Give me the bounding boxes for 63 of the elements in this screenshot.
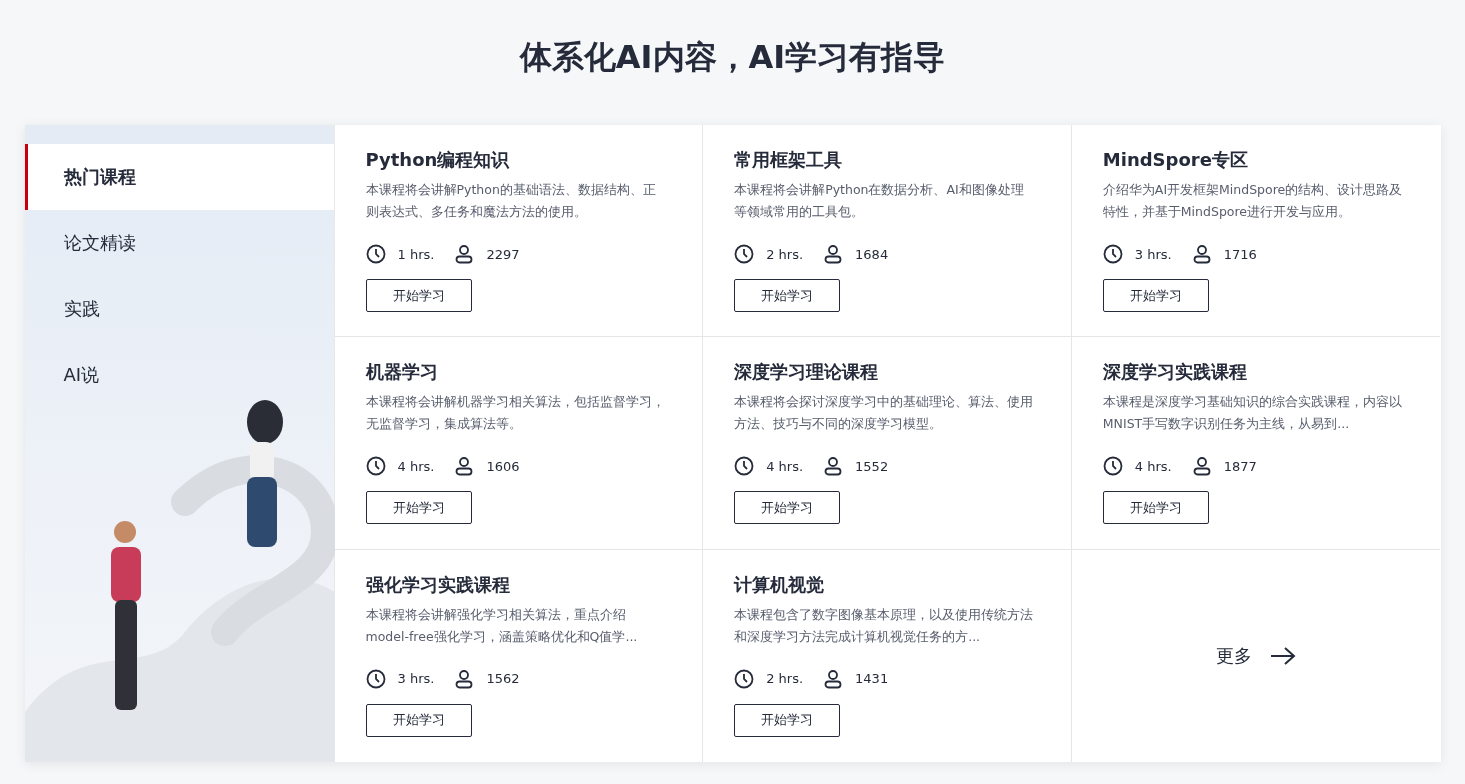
course-duration: 3 hrs. [1134,246,1172,262]
category-tab[interactable]: 热门课程 [24,144,334,210]
start-learning-button[interactable]: 开始学习 [1102,491,1209,525]
arrow-right-icon [1270,645,1297,666]
learner-count: 1562 [486,671,520,687]
clock-icon [734,668,755,689]
start-learning-button[interactable]: 开始学习 [365,279,472,312]
course-title: 常用框架工具 [734,148,843,172]
course-description: 本课程将会探讨深度学习中的基础理论、算法、使用方法、技巧与不同的深度学习模型。 [734,393,1035,434]
course-description: 本课程将会讲解强化学习相关算法，重点介绍model-free强化学习，涵盖策略优化和Q值学... [365,605,639,646]
clock-icon [365,668,386,689]
course-description: 介绍华为AI开发框架MindSpore的结构、设计思路及特性，并基于MindSpore进行开发与应用。 [1102,181,1403,221]
clock-icon [1102,244,1123,264]
category-tab[interactable]: 论文精读 [24,210,334,276]
learner-count: 1716 [1223,246,1257,262]
course-title: 深度学习实践课程 [1102,360,1247,385]
user-icon [1191,456,1212,477]
user-icon [454,456,475,477]
course-duration: 3 hrs. [397,671,435,687]
clock-icon [734,456,755,477]
learner-count: 1606 [486,458,520,474]
user-icon [454,668,475,689]
course-description: 本课程将会讲解Python的基础语法、数据结构、正则表达式、多任务和魔法方法的使用。 [365,181,657,221]
category-tab[interactable]: 实践 [24,276,334,342]
clock-icon [365,244,386,264]
user-icon [823,668,844,689]
start-learning-button[interactable]: 开始学习 [365,703,472,737]
learner-count: 1552 [855,458,889,474]
user-icon [823,456,844,477]
course-title: MindSpore专区 [1102,148,1248,172]
start-learning-button[interactable]: 开始学习 [1102,279,1209,312]
course-title: 深度学习理论课程 [734,360,879,385]
course-description: 本课程包含了数字图像基本原理，以及使用传统方法和深度学习方法完成计算机视觉任务的方... [734,605,1035,646]
more-link[interactable]: 更多 [1216,643,1297,668]
course-title: 计算机视觉 [734,572,825,597]
learner-count: 1684 [855,246,889,262]
course-title: Python编程知识 [365,148,510,172]
course-duration: 1 hrs. [397,246,435,262]
user-icon [1191,244,1212,264]
start-learning-button[interactable]: 开始学习 [734,491,841,525]
category-tab[interactable]: AI说 [24,342,334,408]
course-description: 本课程将会讲解机器学习相关算法，包括监督学习，无监督学习，集成算法等。 [365,393,666,434]
start-learning-button[interactable]: 开始学习 [734,703,841,737]
start-learning-button[interactable]: 开始学习 [365,491,472,525]
course-title: 机器学习 [365,360,438,385]
learner-count: 1877 [1223,458,1257,474]
course-description: 本课程将会讲解Python在数据分析、AI和图像处理等领域常用的工具包。 [734,181,1025,221]
section-heading: 体系化AI内容，AI学习有指导 [519,37,946,78]
course-title: 强化学习实践课程 [365,572,510,597]
course-duration: 2 hrs. [766,246,804,262]
course-duration: 4 hrs. [1134,458,1172,474]
course-duration: 4 hrs. [766,458,804,474]
user-icon [823,244,844,264]
user-icon [454,244,475,264]
course-duration: 2 hrs. [766,671,804,687]
course-description: 本课程是深度学习基础知识的综合实践课程，内容以MNIST手写数字识别任务为主线，从易到... [1102,393,1403,434]
learner-count: 1431 [855,671,889,687]
course-duration: 4 hrs. [397,458,435,474]
clock-icon [365,456,386,477]
clock-icon [734,244,755,264]
learner-count: 2297 [486,246,520,262]
start-learning-button[interactable]: 开始学习 [734,279,841,312]
clock-icon [1102,456,1123,477]
